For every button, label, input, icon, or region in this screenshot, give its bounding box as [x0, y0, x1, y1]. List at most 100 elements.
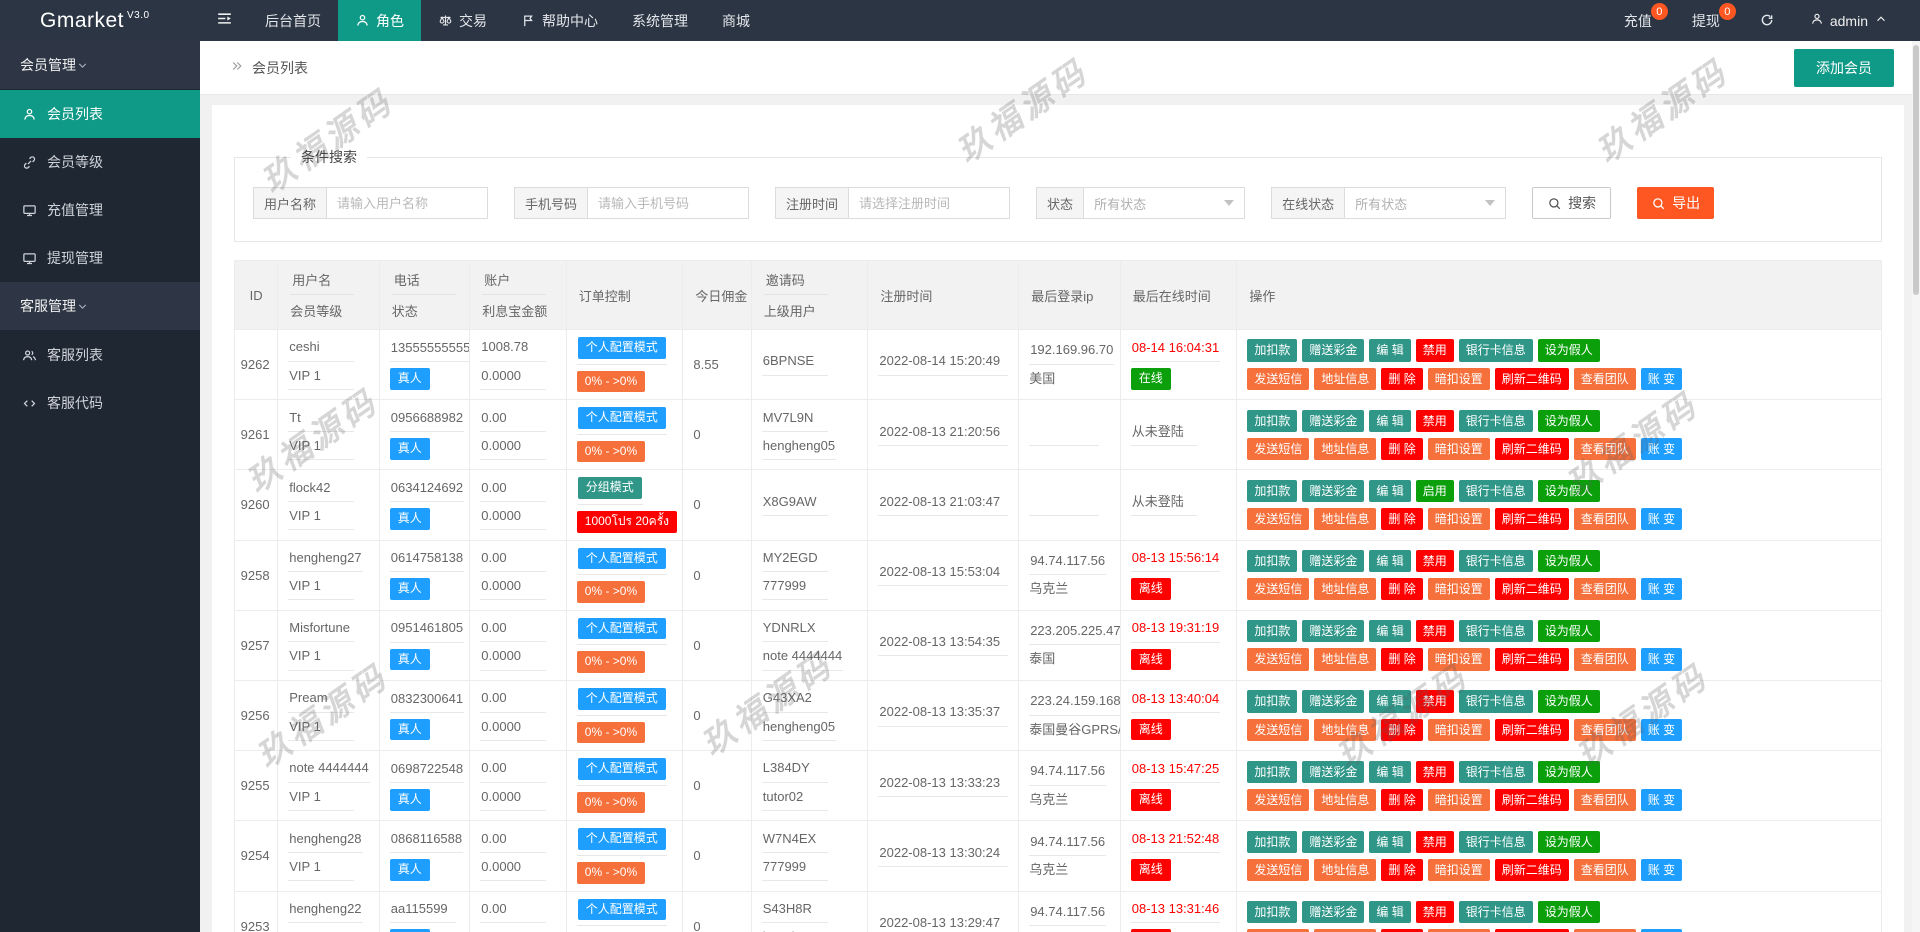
action-button-银行卡信息[interactable]: 银行卡信息 [1459, 620, 1533, 642]
action-button-赠送彩金[interactable]: 赠送彩金 [1302, 901, 1364, 923]
action-button-删除[interactable]: 删 除 [1381, 648, 1422, 670]
refresh-button[interactable] [1740, 0, 1796, 41]
action-button-刷新二维码[interactable]: 刷新二维码 [1495, 438, 1569, 460]
action-button-设为假人[interactable]: 设为假人 [1538, 690, 1600, 712]
action-button-暗扣设置[interactable]: 暗扣设置 [1428, 368, 1490, 390]
action-button-银行卡信息[interactable]: 银行卡信息 [1459, 410, 1533, 432]
action-button-删除[interactable]: 删 除 [1381, 859, 1422, 881]
action-button-禁用[interactable]: 禁用 [1416, 901, 1454, 923]
withdraw-nav-button[interactable]: 提现 0 [1672, 0, 1740, 41]
action-button-编辑[interactable]: 编 辑 [1369, 761, 1410, 783]
action-button-查看团队[interactable]: 查看团队 [1574, 648, 1636, 670]
nav-item-2[interactable]: 角色 [338, 0, 421, 41]
action-button-设为假人[interactable]: 设为假人 [1538, 410, 1600, 432]
action-button-设为假人[interactable]: 设为假人 [1538, 339, 1600, 361]
action-button-地址信息[interactable]: 地址信息 [1314, 648, 1376, 670]
action-button-发送短信[interactable]: 发送短信 [1247, 578, 1309, 600]
action-button-设为假人[interactable]: 设为假人 [1538, 550, 1600, 572]
action-button-删除[interactable]: 删 除 [1381, 578, 1422, 600]
action-button-设为假人[interactable]: 设为假人 [1538, 901, 1600, 923]
action-button-加扣款[interactable]: 加扣款 [1247, 690, 1297, 712]
action-button-银行卡信息[interactable]: 银行卡信息 [1459, 339, 1533, 361]
sidebar-item-会员列表[interactable]: 会员列表 [0, 90, 200, 138]
action-button-赠送彩金[interactable]: 赠送彩金 [1302, 831, 1364, 853]
action-button-发送短信[interactable]: 发送短信 [1247, 719, 1309, 741]
action-button-账变[interactable]: 账 变 [1641, 859, 1682, 881]
action-button-账变[interactable]: 账 变 [1641, 578, 1682, 600]
action-button-禁用[interactable]: 禁用 [1416, 831, 1454, 853]
action-button-银行卡信息[interactable]: 银行卡信息 [1459, 480, 1533, 502]
action-button-账变[interactable]: 账 变 [1641, 508, 1682, 530]
admin-menu[interactable]: admin [1796, 0, 1902, 41]
action-button-设为假人[interactable]: 设为假人 [1538, 761, 1600, 783]
action-button-赠送彩金[interactable]: 赠送彩金 [1302, 550, 1364, 572]
action-button-删除[interactable]: 删 除 [1381, 368, 1422, 390]
action-button-账变[interactable]: 账 变 [1641, 789, 1682, 811]
sidebar-group-2[interactable]: 客服管理 [0, 282, 200, 330]
action-button-银行卡信息[interactable]: 银行卡信息 [1459, 901, 1533, 923]
action-button-暗扣设置[interactable]: 暗扣设置 [1428, 859, 1490, 881]
action-button-赠送彩金[interactable]: 赠送彩金 [1302, 690, 1364, 712]
action-button-刷新二维码[interactable]: 刷新二维码 [1495, 578, 1569, 600]
action-button-地址信息[interactable]: 地址信息 [1314, 508, 1376, 530]
action-button-设为假人[interactable]: 设为假人 [1538, 480, 1600, 502]
action-button-刷新二维码[interactable]: 刷新二维码 [1495, 368, 1569, 390]
action-button-账变[interactable]: 账 变 [1641, 648, 1682, 670]
action-button-加扣款[interactable]: 加扣款 [1247, 761, 1297, 783]
recharge-nav-button[interactable]: 充值 0 [1604, 0, 1672, 41]
action-button-发送短信[interactable]: 发送短信 [1247, 789, 1309, 811]
action-button-加扣款[interactable]: 加扣款 [1247, 410, 1297, 432]
action-button-加扣款[interactable]: 加扣款 [1247, 620, 1297, 642]
action-button-查看团队[interactable]: 查看团队 [1574, 578, 1636, 600]
action-button-刷新二维码[interactable]: 刷新二维码 [1495, 719, 1569, 741]
action-button-删除[interactable]: 删 除 [1381, 719, 1422, 741]
action-button-编辑[interactable]: 编 辑 [1369, 620, 1410, 642]
action-button-加扣款[interactable]: 加扣款 [1247, 550, 1297, 572]
action-button-赠送彩金[interactable]: 赠送彩金 [1302, 339, 1364, 361]
sidebar-item-会员等级[interactable]: 会员等级 [0, 138, 200, 186]
action-button-暗扣设置[interactable]: 暗扣设置 [1428, 719, 1490, 741]
action-button-删除[interactable]: 删 除 [1381, 789, 1422, 811]
action-button-编辑[interactable]: 编 辑 [1369, 410, 1410, 432]
nav-item-3[interactable]: 交易 [421, 0, 504, 41]
action-button-赠送彩金[interactable]: 赠送彩金 [1302, 410, 1364, 432]
action-button-刷新二维码[interactable]: 刷新二维码 [1495, 859, 1569, 881]
filter-input-2[interactable] [587, 187, 749, 219]
action-button-发送短信[interactable]: 发送短信 [1247, 648, 1309, 670]
action-button-赠送彩金[interactable]: 赠送彩金 [1302, 761, 1364, 783]
scrollbar-thumb[interactable] [1913, 45, 1919, 295]
nav-item-6[interactable]: 商城 [705, 0, 767, 41]
action-button-查看团队[interactable]: 查看团队 [1574, 508, 1636, 530]
action-button-查看团队[interactable]: 查看团队 [1574, 719, 1636, 741]
sidebar-item-客服代码[interactable]: 客服代码 [0, 379, 200, 427]
search-button[interactable]: 搜索 [1532, 187, 1611, 219]
export-button[interactable]: 导出 [1637, 187, 1714, 219]
action-button-刷新二维码[interactable]: 刷新二维码 [1495, 648, 1569, 670]
action-button-发送短信[interactable]: 发送短信 [1247, 438, 1309, 460]
action-button-银行卡信息[interactable]: 银行卡信息 [1459, 550, 1533, 572]
action-button-设为假人[interactable]: 设为假人 [1538, 831, 1600, 853]
action-button-地址信息[interactable]: 地址信息 [1314, 368, 1376, 390]
add-member-button[interactable]: 添加会员 [1794, 49, 1894, 87]
filter-select-5[interactable]: 所有状态 [1344, 187, 1506, 219]
action-button-禁用[interactable]: 禁用 [1416, 690, 1454, 712]
action-button-刷新二维码[interactable]: 刷新二维码 [1495, 508, 1569, 530]
sidebar-item-客服列表[interactable]: 客服列表 [0, 331, 200, 379]
action-button-银行卡信息[interactable]: 银行卡信息 [1459, 831, 1533, 853]
action-button-暗扣设置[interactable]: 暗扣设置 [1428, 648, 1490, 670]
action-button-地址信息[interactable]: 地址信息 [1314, 438, 1376, 460]
filter-select-4[interactable]: 所有状态 [1083, 187, 1245, 219]
action-button-编辑[interactable]: 编 辑 [1369, 550, 1410, 572]
action-button-刷新二维码[interactable]: 刷新二维码 [1495, 789, 1569, 811]
action-button-编辑[interactable]: 编 辑 [1369, 901, 1410, 923]
sidebar-item-提现管理[interactable]: 提现管理 [0, 234, 200, 282]
action-button-账变[interactable]: 账 变 [1641, 719, 1682, 741]
action-button-删除[interactable]: 删 除 [1381, 438, 1422, 460]
action-button-发送短信[interactable]: 发送短信 [1247, 508, 1309, 530]
sidebar-group-1[interactable]: 会员管理 [0, 41, 200, 89]
action-button-查看团队[interactable]: 查看团队 [1574, 368, 1636, 390]
action-button-编辑[interactable]: 编 辑 [1369, 339, 1410, 361]
action-button-查看团队[interactable]: 查看团队 [1574, 438, 1636, 460]
nav-item-4[interactable]: 帮助中心 [504, 0, 615, 41]
action-button-启用[interactable]: 启用 [1416, 480, 1454, 502]
